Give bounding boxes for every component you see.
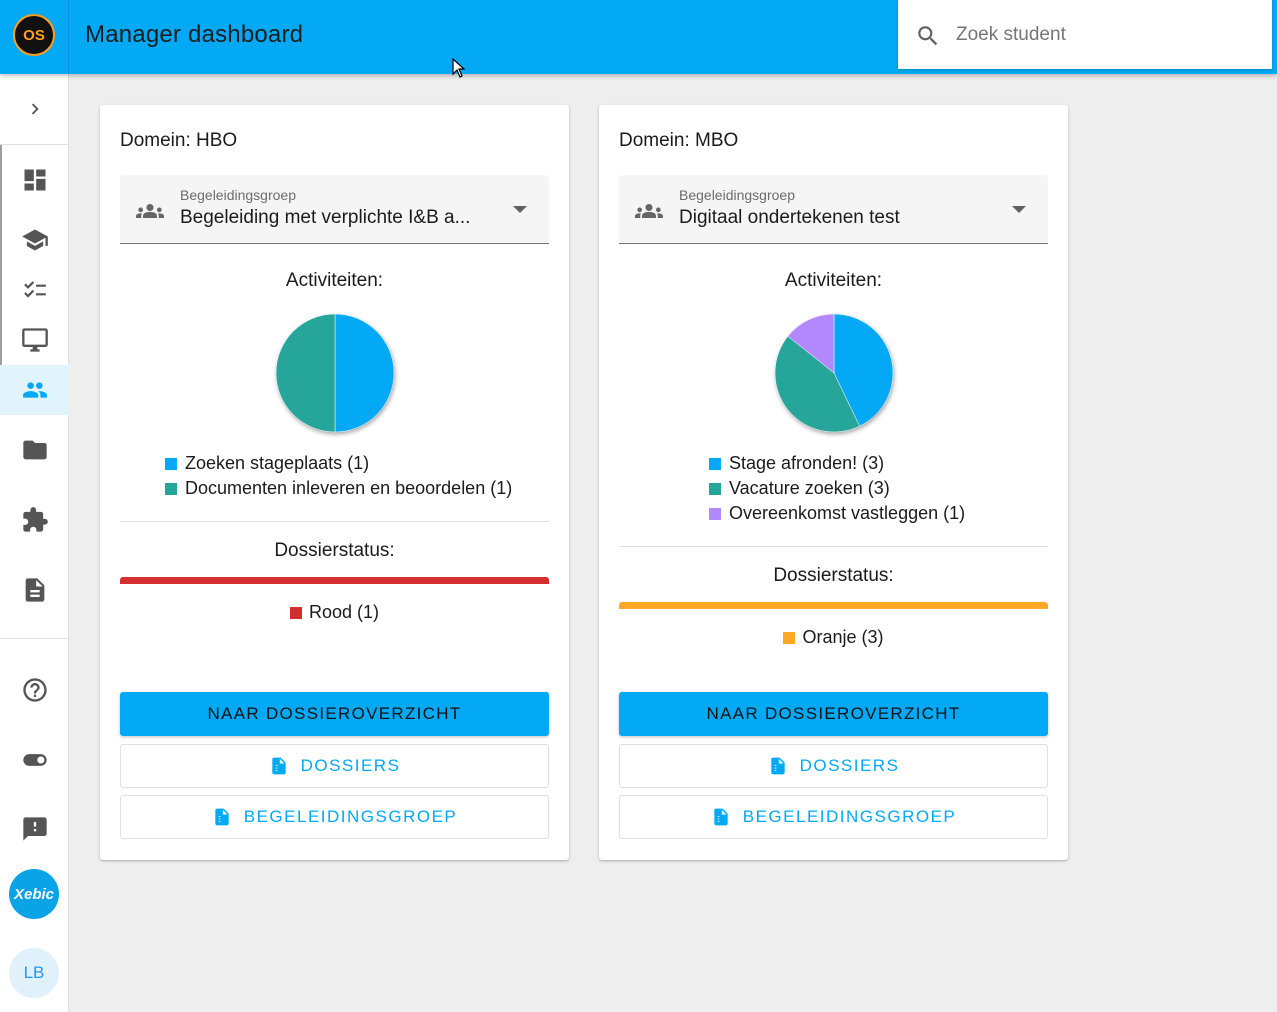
status-swatch — [783, 631, 796, 644]
legend-swatch — [709, 457, 721, 470]
sidebar-item-toggle[interactable] — [0, 735, 69, 785]
school-icon — [21, 229, 48, 251]
status-swatch — [289, 606, 302, 619]
group-select[interactable]: Begeleidingsgroep Digitaal ondertekenen … — [619, 175, 1048, 244]
legend-swatch — [165, 457, 177, 470]
domain-card-hbo: Domein: HBO Begeleidingsgroep Begeleidin… — [100, 105, 569, 860]
app-header: OS Manager dashboard — [0, 0, 1277, 74]
status-bar — [120, 577, 549, 584]
help-icon — [22, 678, 47, 702]
legend-label: Overeenkomst vastleggen (1) — [729, 503, 966, 523]
chevron-right-icon — [31, 103, 39, 115]
legend-label: Vacature zoeken (3) — [729, 478, 890, 498]
legend-swatch — [709, 482, 721, 495]
document-list-icon — [714, 808, 728, 826]
search-icon — [918, 26, 938, 46]
app-logo[interactable]: OS — [13, 14, 55, 56]
document-list-icon — [271, 757, 286, 775]
sidebar-item-groups[interactable] — [0, 365, 69, 415]
domain-card-mbo: Domein: MBO Begeleidingsgroep Digitaal o… — [599, 105, 1068, 860]
legend-label: Documenten inleveren en beoordelen (1) — [185, 478, 513, 498]
pie-slice-0[interactable] — [334, 313, 395, 433]
sidebar-item-help[interactable] — [0, 665, 69, 715]
search-input[interactable] — [956, 18, 1256, 52]
document-list-icon — [770, 757, 785, 775]
status-label: Rood (1) — [308, 602, 380, 622]
dossiers-button-label: DOSSIERS — [799, 756, 900, 775]
sidebar: Xebic LB — [0, 74, 69, 1012]
group-icon — [22, 382, 47, 398]
status-title: Dossierstatus: — [274, 540, 395, 561]
dossier-overview-button[interactable]: NAAR DOSSIEROVERZICHT — [619, 692, 1048, 736]
status-label: Oranje (3) — [802, 627, 884, 647]
activities-pie-chart — [275, 313, 395, 433]
org-badge[interactable]: Xebic — [9, 869, 59, 919]
sidebar-item-folders[interactable] — [0, 425, 69, 475]
legend-item[interactable]: Vacature zoeken (3) — [709, 476, 965, 501]
group-button[interactable]: BEGELEIDINGSGROEP — [120, 795, 549, 839]
document-icon — [25, 578, 44, 602]
legend-swatch — [165, 482, 177, 495]
folder-icon — [22, 440, 47, 460]
puzzle-icon — [22, 507, 48, 532]
sidebar-item-education[interactable] — [0, 215, 69, 265]
legend-label: Stage afronden! (3) — [729, 453, 885, 473]
group-button-label: BEGELEIDINGSGROEP — [243, 807, 458, 826]
activities-title: Activiteiten: — [784, 270, 883, 291]
activities-legend: Stage afronden! (3) Vacature zoeken (3) Ov… — [709, 451, 965, 526]
group-select[interactable]: Begeleidingsgroep Begeleiding met verpli… — [120, 175, 549, 244]
dossiers-button[interactable]: DOSSIERS — [120, 744, 549, 788]
card-domain-title: Domein: HBO — [120, 130, 238, 151]
dashboard-icon — [24, 169, 45, 191]
select-label: Begeleidingsgroep — [679, 187, 795, 203]
card-domain-title: Domein: MBO — [619, 130, 739, 151]
status-legend: Oranje (3) — [619, 627, 1048, 648]
activities-legend: Zoeken stageplaats (1) Documenten inlever… — [165, 451, 512, 501]
group-button-label: BEGELEIDINGSGROEP — [742, 807, 957, 826]
legend-item[interactable]: Zoeken stageplaats (1) — [165, 451, 512, 476]
sidebar-item-extensions[interactable] — [0, 495, 69, 545]
legend-label: Zoeken stageplaats (1) — [185, 453, 370, 473]
group-icon — [635, 204, 663, 218]
dossier-overview-button[interactable]: NAAR DOSSIEROVERZICHT — [120, 692, 549, 736]
select-label: Begeleidingsgroep — [180, 187, 296, 203]
checklist-icon — [23, 281, 46, 298]
status-bar — [619, 602, 1048, 609]
group-icon — [136, 204, 164, 218]
pie-slice-1[interactable] — [275, 313, 336, 433]
page-title: Manager dashboard — [85, 21, 304, 48]
dossiers-button-label: DOSSIERS — [300, 756, 401, 775]
document-list-icon — [215, 808, 229, 826]
search-box — [898, 0, 1272, 69]
toggle-icon — [22, 754, 47, 766]
legend-swatch — [709, 507, 721, 520]
user-avatar[interactable]: LB — [9, 948, 59, 998]
sidebar-item-documents[interactable] — [0, 565, 69, 615]
legend-item[interactable]: Overeenkomst vastleggen (1) — [709, 501, 965, 526]
monitor-icon — [21, 328, 48, 352]
logo-cell: OS — [0, 0, 69, 74]
sidebar-item-feedback[interactable] — [0, 804, 69, 854]
select-value: Begeleiding met verplichte I&B a... — [180, 207, 471, 228]
status-title: Dossierstatus: — [773, 565, 894, 586]
legend-item[interactable]: Stage afronden! (3) — [709, 451, 965, 476]
sidebar-item-monitor[interactable] — [0, 315, 69, 365]
legend-item[interactable]: Documenten inleveren en beoordelen (1) — [165, 476, 512, 501]
status-legend: Rood (1) — [120, 602, 549, 623]
sidebar-expand-button[interactable] — [0, 84, 69, 134]
dropdown-arrow-icon — [1012, 206, 1026, 213]
group-button[interactable]: BEGELEIDINGSGROEP — [619, 795, 1048, 839]
feedback-icon — [22, 817, 47, 841]
activities-title: Activiteiten: — [285, 270, 384, 291]
mouse-cursor-icon — [452, 58, 466, 78]
sidebar-item-dashboard[interactable] — [0, 155, 69, 205]
activities-pie-chart — [774, 313, 894, 433]
dropdown-arrow-icon — [513, 206, 527, 213]
dossiers-button[interactable]: DOSSIERS — [619, 744, 1048, 788]
select-value: Digitaal ondertekenen test — [679, 207, 900, 228]
sidebar-item-tasks[interactable] — [0, 265, 69, 315]
